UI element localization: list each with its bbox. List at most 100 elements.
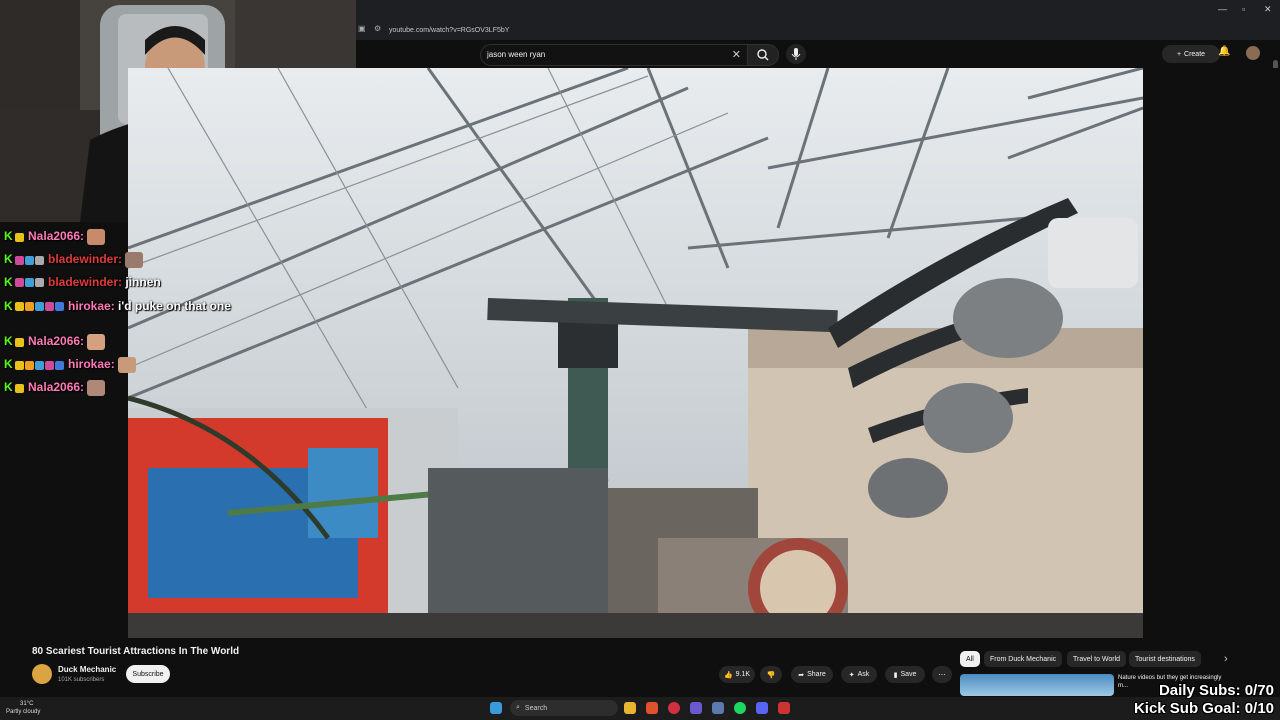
kick-badge-icon: K	[4, 299, 13, 313]
chat-username[interactable]: Nala2066:	[28, 380, 84, 394]
url-text[interactable]: youtube.com/watch?v=RGsOV3LF5bY	[389, 27, 509, 34]
discord-icon[interactable]	[756, 702, 768, 714]
badge-icon	[14, 302, 24, 312]
more-horizontal-icon: ⋯	[938, 671, 946, 679]
create-button[interactable]: + Create	[1162, 45, 1220, 63]
search-input[interactable]: jason ween ryan ✕	[480, 44, 748, 66]
create-label: Create	[1184, 50, 1206, 58]
account-avatar[interactable]	[1246, 46, 1260, 60]
sub-badge-icon	[14, 383, 24, 393]
chat-emote-icon	[87, 334, 106, 350]
chat-text: i'd puke on that one	[118, 299, 231, 313]
voice-search-button[interactable]	[786, 44, 806, 64]
video-title: 80 Scariest Tourist Attractions In The W…	[32, 646, 240, 657]
recommendation-thumbnail[interactable]	[960, 674, 1114, 696]
youtube-header: jason ween ryan ✕ + Create 🔔	[356, 40, 1280, 68]
badge-icon	[44, 302, 54, 312]
search-query[interactable]: jason ween ryan	[487, 50, 545, 59]
chat-username[interactable]: hirokae:	[68, 357, 115, 371]
microphone-icon	[791, 48, 801, 60]
chat-username[interactable]: Nala2066:	[28, 334, 84, 348]
video-player[interactable]	[128, 68, 1143, 638]
chat-username[interactable]: Nala2066:	[28, 229, 84, 243]
subscribe-button[interactable]: Subscribe	[126, 665, 170, 683]
share-label: Share	[807, 671, 826, 678]
badge-icon	[44, 360, 54, 370]
search-icon: ⌕	[516, 704, 520, 711]
address-bar[interactable]: ▣ ⚙ youtube.com/watch?v=RGsOV3LF5bY	[356, 20, 1280, 53]
taskbar-search[interactable]: ⌕ Search	[510, 700, 618, 716]
notifications-bell-icon[interactable]: 🔔	[1218, 46, 1230, 57]
spotify-icon[interactable]	[734, 702, 746, 714]
chat-emote-icon	[87, 229, 106, 245]
chip-from-channel[interactable]: From Duck Mechanic	[984, 651, 1063, 667]
windows-taskbar	[0, 697, 1280, 720]
kick-badge-icon: K	[4, 275, 13, 289]
badge-icon	[24, 278, 34, 288]
badge-icon	[54, 302, 64, 312]
windows-start-icon[interactable]	[490, 702, 502, 714]
share-icon: ➦	[798, 671, 805, 679]
thumbs-up-icon: 👍	[723, 671, 733, 679]
badge-icon	[24, 255, 34, 265]
chat-text: jinnen	[125, 275, 161, 289]
minimize-icon[interactable]: —	[1218, 4, 1227, 14]
kick-badge-icon: K	[4, 252, 13, 267]
search-icon	[757, 49, 769, 61]
chat-username[interactable]: bladewinder:	[48, 252, 122, 266]
steam-icon[interactable]	[712, 702, 724, 714]
chip-travel-to-world[interactable]: Travel to World	[1067, 651, 1127, 667]
chip-all[interactable]: All	[960, 651, 980, 667]
badge-icon	[34, 302, 44, 312]
badge-icon	[24, 302, 34, 312]
file-explorer-icon[interactable]	[624, 702, 636, 714]
chat-message: K Nala2066:	[4, 229, 106, 245]
chat-emote-icon	[118, 357, 137, 373]
maximize-icon[interactable]: ▫	[1242, 4, 1245, 14]
sub-badge-icon	[14, 337, 24, 347]
share-button[interactable]: ➦ Share	[791, 666, 833, 683]
chat-message: K hirokae: i'd puke on that one	[4, 298, 249, 314]
chevron-right-icon[interactable]: ›	[1224, 653, 1228, 665]
tab-icon[interactable]: ▣	[358, 24, 366, 33]
badge-icon	[14, 278, 24, 288]
chat-message: K Nala2066:	[4, 380, 106, 396]
app-icon[interactable]	[778, 702, 790, 714]
chat-username[interactable]: bladewinder:	[48, 275, 122, 289]
taskbar-search-label: Search	[524, 704, 548, 712]
chat-username[interactable]: hirokae:	[68, 299, 115, 313]
clear-search-icon[interactable]: ✕	[732, 48, 741, 61]
close-window-icon[interactable]: ✕	[1264, 4, 1272, 15]
kick-badge-icon: K	[4, 380, 13, 395]
kick-badge-icon: K	[4, 334, 13, 349]
kick-badge-icon: K	[4, 357, 13, 372]
weather-widget[interactable]: 31°C Partly cloudy	[6, 700, 40, 716]
brave-browser-icon[interactable]	[646, 702, 658, 714]
channel-avatar[interactable]	[32, 664, 52, 684]
bookmark-icon: ▮	[893, 671, 898, 679]
save-label: Save	[900, 671, 917, 678]
site-info-icon[interactable]: ⚙	[374, 24, 381, 33]
badge-icon	[14, 360, 24, 370]
app-icon[interactable]	[668, 702, 680, 714]
channel-name[interactable]: Duck Mechanic	[58, 665, 116, 674]
daily-subs-goal: Daily Subs: 0/70	[1158, 682, 1274, 699]
browser-titlebar: — ▫ ✕	[356, 0, 1280, 20]
video-frame	[128, 68, 1143, 638]
chat-emote-icon	[125, 252, 144, 268]
chat-message: K Nala2066:	[4, 334, 106, 350]
chip-tourist-destinations[interactable]: Tourist destinations	[1129, 651, 1201, 667]
chat-emote-icon	[87, 380, 106, 396]
save-button[interactable]: ▮ Save	[885, 666, 925, 683]
chat-message: K bladewinder:	[4, 252, 144, 268]
more-actions-button[interactable]: ⋯	[932, 666, 952, 683]
ask-label: Ask	[857, 671, 870, 678]
badge-icon	[54, 360, 64, 370]
plus-icon: +	[1176, 50, 1182, 58]
video-side-background	[1143, 68, 1280, 638]
ask-button[interactable]: ✦ Ask	[841, 666, 877, 683]
app-icon[interactable]	[690, 702, 702, 714]
dislike-button[interactable]: 👎	[760, 666, 782, 683]
search-button[interactable]	[747, 44, 779, 66]
like-button[interactable]: 👍 9.1K	[719, 666, 755, 683]
